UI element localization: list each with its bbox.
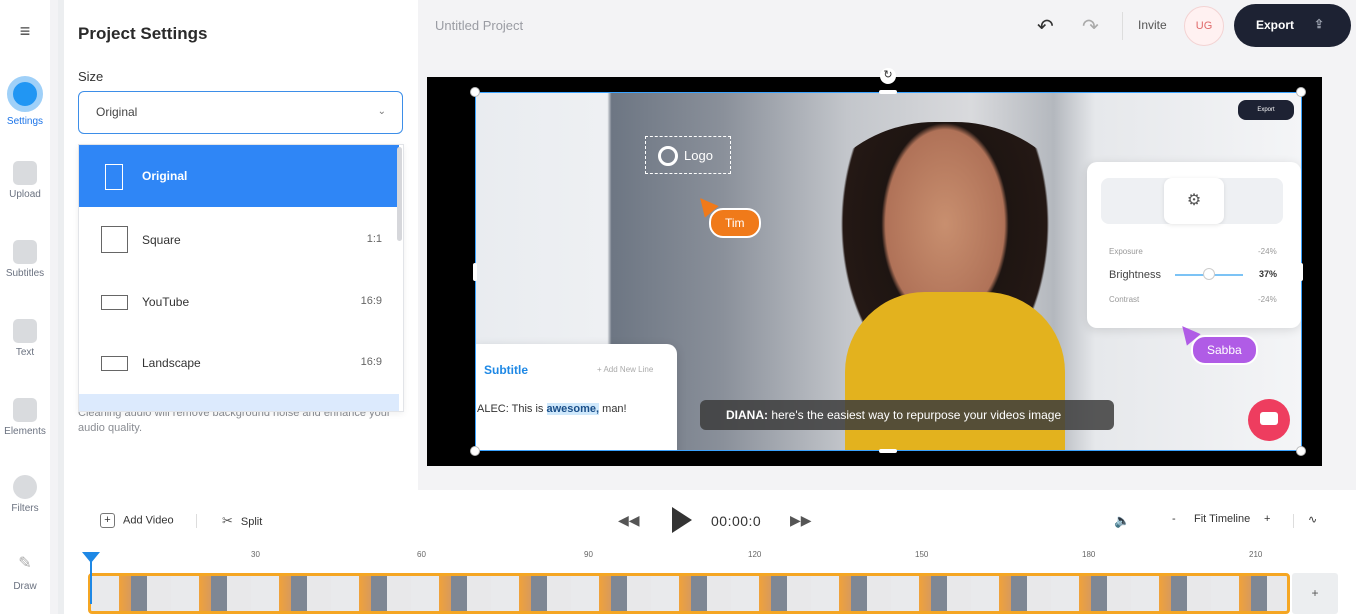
playhead-line (90, 560, 92, 604)
size-dropdown: Original Square 1:1 YouTube 16:9 Landsca… (78, 144, 404, 412)
selection-frame[interactable] (475, 92, 1302, 451)
divider (1293, 514, 1294, 528)
resize-handle-bl[interactable] (470, 446, 480, 456)
square-shape-icon (101, 226, 128, 253)
rotate-icon[interactable]: ↻ (880, 68, 896, 84)
elements-icon (13, 398, 37, 422)
forward-icon[interactable]: ▶▶ (790, 512, 812, 529)
dropdown-scrollbar[interactable] (397, 147, 402, 241)
option-name: Square (142, 233, 181, 247)
export-label: Export (1256, 18, 1295, 32)
resize-handle-left[interactable] (473, 263, 477, 281)
size-option-youtube[interactable]: YouTube 16:9 (79, 271, 399, 333)
option-name: YouTube (142, 295, 190, 309)
filters-icon (13, 475, 37, 499)
rail-label: Draw (13, 581, 37, 592)
rail-item-subtitles[interactable]: Subtitles (0, 240, 50, 279)
size-option-square[interactable]: Square 1:1 (79, 209, 399, 271)
project-title[interactable]: Untitled Project (435, 18, 523, 33)
zoom-in-button[interactable]: + (1264, 513, 1270, 525)
option-name: Landscape (142, 356, 201, 370)
rail-label: Text (15, 347, 35, 358)
export-button[interactable]: Export ⇪ (1234, 4, 1351, 47)
resize-handle-bottom[interactable] (879, 449, 897, 453)
subtitles-icon (13, 240, 37, 264)
option-ratio: 16:9 (360, 356, 382, 368)
divider (196, 514, 197, 528)
video-track-clip[interactable] (88, 573, 1290, 614)
add-video-label: Add Video (123, 514, 174, 527)
image-icon (13, 161, 37, 185)
rail-item-filters[interactable]: Filters (0, 475, 50, 514)
top-bar: Untitled Project ↶ ↷ Invite UG Export ⇪ (418, 0, 1356, 52)
widescreen-shape-icon (101, 356, 128, 371)
timeline: + Add Video ✂ Split ◀◀ 00:00:0 ▶▶ 🔈 - Fit … (64, 490, 1356, 614)
waveform-icon[interactable]: ∿ (1308, 513, 1317, 526)
zoom-out-button[interactable]: - (1172, 513, 1176, 525)
plus-icon: + (100, 513, 115, 528)
invite-button[interactable]: Invite (1138, 18, 1167, 32)
resize-handle-right[interactable] (1299, 263, 1303, 281)
rail-label: Settings (6, 116, 44, 127)
rail-item-settings[interactable]: Settings (0, 76, 50, 127)
add-clip-button[interactable]: + (1292, 573, 1338, 614)
upload-icon: ⇪ (1314, 17, 1325, 31)
ruler-tick: 120 (748, 550, 762, 559)
timeline-ruler[interactable]: 30 60 90 120 150 180 210 (88, 550, 1288, 562)
rail-label: Subtitles (5, 268, 45, 279)
rewind-icon[interactable]: ◀◀ (618, 512, 640, 529)
scissors-icon: ✂ (222, 513, 233, 528)
ruler-tick: 180 (1082, 550, 1096, 559)
size-label: Size (78, 69, 104, 84)
ruler-tick: 210 (1249, 550, 1263, 559)
text-icon (13, 319, 37, 343)
widescreen-shape-icon (101, 295, 128, 310)
resize-handle-top[interactable] (879, 90, 897, 94)
split-button[interactable]: ✂ Split (222, 513, 262, 529)
size-select-value: Original (96, 105, 138, 119)
rail-label: Upload (9, 189, 41, 200)
undo-icon[interactable]: ↶ (1037, 14, 1054, 39)
settings-icon (7, 76, 43, 112)
resize-handle-tr[interactable] (1296, 87, 1306, 97)
ruler-tick: 90 (584, 550, 593, 559)
add-video-button[interactable]: + Add Video (100, 513, 174, 528)
pencil-icon: ✎ (18, 555, 32, 572)
play-icon[interactable] (672, 507, 692, 533)
size-option-landscape[interactable]: Landscape 16:9 (79, 332, 399, 394)
chevron-down-icon: ⌄ (377, 106, 386, 117)
redo-icon[interactable]: ↷ (1082, 14, 1099, 39)
ruler-tick: 30 (251, 550, 260, 559)
size-option-original[interactable]: Original (79, 145, 399, 207)
rail-label: Filters (11, 503, 39, 514)
panel-title: Project Settings (78, 24, 208, 43)
rail-item-draw[interactable]: ✎ Draw (0, 553, 50, 592)
rail-label: Elements (4, 426, 46, 437)
rail-item-text[interactable]: Text (0, 319, 50, 358)
hamburger-icon[interactable]: ≡ (11, 20, 39, 42)
portrait-shape-icon (105, 164, 123, 190)
volume-icon[interactable]: 🔈 (1114, 513, 1130, 529)
split-label: Split (240, 516, 263, 528)
rail-item-elements[interactable]: Elements (0, 398, 50, 437)
avatar[interactable]: UG (1184, 6, 1224, 46)
size-option-partial[interactable] (79, 394, 399, 411)
option-ratio: 1:1 (366, 233, 382, 245)
option-name: Original (142, 169, 188, 183)
ruler-tick: 150 (915, 550, 929, 559)
project-settings-panel: Project Settings Size Original ⌄ Cleanin… (64, 0, 418, 490)
rail-item-upload[interactable]: Upload (0, 161, 50, 200)
left-rail: ≡ Settings Upload Subtitles Text Element… (0, 0, 50, 614)
option-ratio: 16:9 (360, 295, 382, 307)
resize-handle-br[interactable] (1296, 446, 1306, 456)
fit-timeline-button[interactable]: Fit Timeline (1194, 513, 1250, 525)
divider (1122, 12, 1123, 40)
resize-handle-tl[interactable] (470, 87, 480, 97)
time-display: 00:00:0 (711, 513, 762, 529)
ruler-tick: 60 (417, 550, 426, 559)
size-select[interactable]: Original ⌄ (78, 91, 403, 134)
